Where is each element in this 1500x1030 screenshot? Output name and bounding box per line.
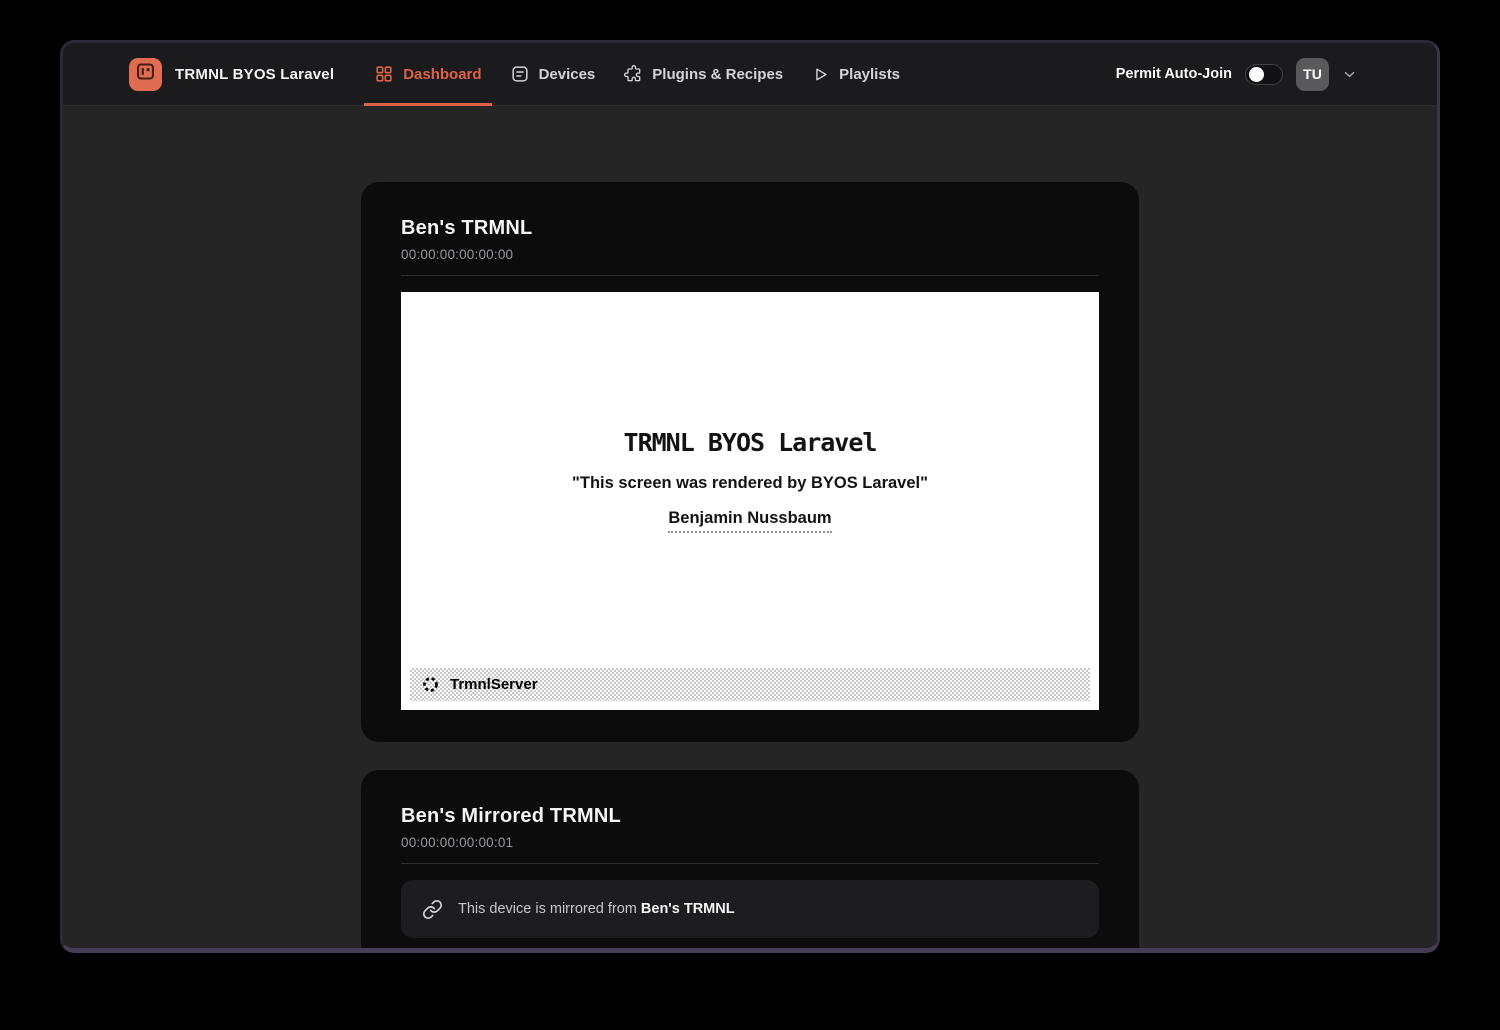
permit-auto-join-label: Permit Auto-Join xyxy=(1116,66,1232,82)
grid-icon xyxy=(374,64,394,84)
device-card: Ben's TRMNL 00:00:00:00:00:00 TRMNL BYOS… xyxy=(361,182,1139,742)
app-logo[interactable] xyxy=(129,58,162,91)
tab-playlists[interactable]: Playlists xyxy=(801,43,910,106)
screen-quote: "This screen was rendered by BYOS Larave… xyxy=(572,474,928,493)
device-mac-address: 00:00:00:00:00:00 xyxy=(401,247,1099,262)
dashboard-content: Ben's TRMNL 00:00:00:00:00:00 TRMNL BYOS… xyxy=(63,106,1437,951)
mirror-source-name: Ben's TRMNL xyxy=(641,901,735,917)
top-navigation: TRMNL BYOS Laravel Dashboard xyxy=(63,43,1437,106)
avatar[interactable]: TU xyxy=(1296,58,1329,91)
device-name: Ben's TRMNL xyxy=(401,217,1099,239)
device-name: Ben's Mirrored TRMNL xyxy=(401,805,1099,827)
device-mac-address: 00:00:00:00:00:01 xyxy=(401,835,1099,850)
screen-status-bar: TrmnlServer xyxy=(410,668,1090,701)
tab-dashboard[interactable]: Dashboard xyxy=(364,43,491,106)
nav-item-label: Dashboard xyxy=(403,66,481,83)
chevron-down-icon[interactable] xyxy=(1342,67,1357,82)
nav-right-group: Permit Auto-Join TU xyxy=(1116,43,1357,105)
tab-devices[interactable]: Devices xyxy=(500,43,606,106)
permit-auto-join-toggle[interactable] xyxy=(1245,64,1283,85)
nav-item-label: Plugins & Recipes xyxy=(652,66,783,83)
desktop-background: TRMNL BYOS Laravel Dashboard xyxy=(0,0,1500,1030)
mirror-note-prefix: This device is mirrored from xyxy=(458,901,637,917)
spinner-icon xyxy=(421,675,440,694)
app-title: TRMNL BYOS Laravel xyxy=(175,66,334,83)
main-nav: Dashboard Devices xyxy=(364,43,918,106)
app-window: TRMNL BYOS Laravel Dashboard xyxy=(60,40,1440,953)
nav-left-group: TRMNL BYOS Laravel Dashboard xyxy=(129,43,918,105)
mirror-note-text: This device is mirrored from Ben's TRMNL xyxy=(458,901,735,917)
mirror-note: This device is mirrored from Ben's TRMNL xyxy=(401,880,1099,938)
device-screen-preview: TRMNL BYOS Laravel "This screen was rend… xyxy=(401,292,1099,710)
tab-plugins-recipes[interactable]: Plugins & Recipes xyxy=(613,43,793,106)
nav-item-label: Playlists xyxy=(839,66,900,83)
trmnl-device-icon xyxy=(135,61,156,87)
play-icon xyxy=(811,65,830,84)
nav-item-label: Devices xyxy=(539,66,596,83)
device-card: Ben's Mirrored TRMNL 00:00:00:00:00:01 T… xyxy=(361,770,1139,951)
screen-status-label: TrmnlServer xyxy=(450,676,538,693)
screen-author: Benjamin Nussbaum xyxy=(668,509,831,533)
screen-content: TRMNL BYOS Laravel "This screen was rend… xyxy=(401,292,1099,668)
device-list-icon xyxy=(510,64,530,84)
divider xyxy=(401,863,1099,864)
divider xyxy=(401,275,1099,276)
toggle-knob xyxy=(1249,67,1264,82)
link-icon xyxy=(422,899,443,920)
screen-title: TRMNL BYOS Laravel xyxy=(624,428,877,457)
puzzle-icon xyxy=(623,64,643,84)
